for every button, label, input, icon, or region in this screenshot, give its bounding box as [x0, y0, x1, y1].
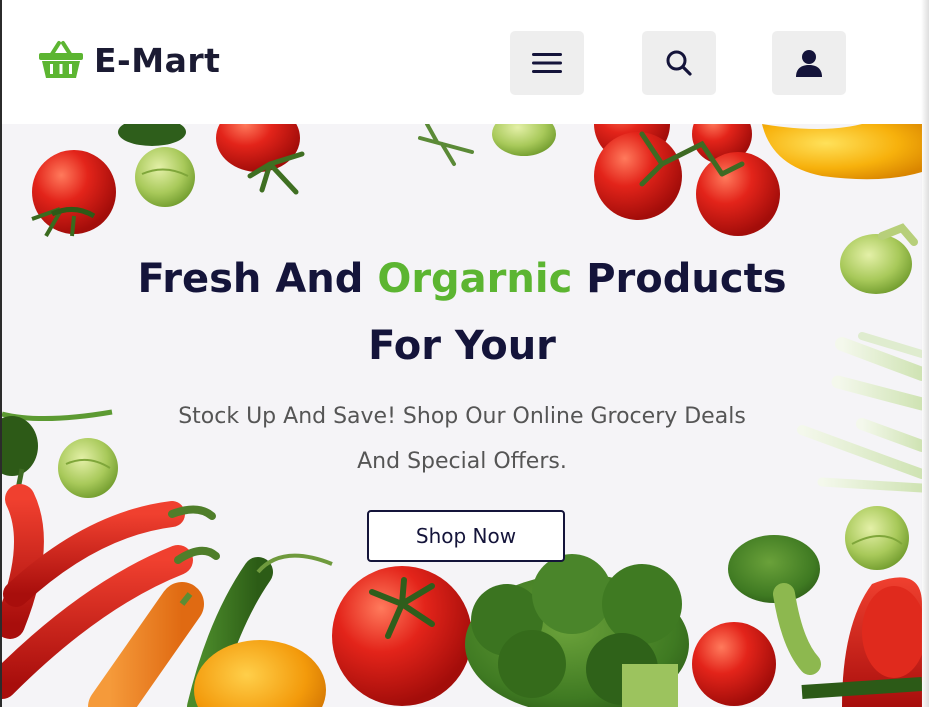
search-button[interactable]	[642, 31, 716, 95]
hero-title-highlight: Orgarnic	[377, 256, 573, 302]
user-icon	[796, 50, 822, 77]
hero-subtitle-line1: Stock Up And Save! Shop Our Online Groce…	[178, 404, 746, 429]
hero-banner: Fresh And Orgarnic Products For Your Sto…	[2, 124, 922, 707]
brand-name: E-Mart	[94, 40, 221, 80]
hero-subtitle: Stock Up And Save! Shop Our Online Groce…	[2, 394, 922, 484]
shopping-basket-icon	[39, 41, 83, 78]
shop-now-button[interactable]: Shop Now	[367, 510, 565, 562]
hero-subtitle-line2: And Special Offers.	[357, 449, 567, 474]
search-icon	[666, 50, 692, 76]
brand-logo[interactable]: E-Mart	[38, 40, 220, 80]
hamburger-menu-icon	[532, 53, 562, 73]
hero-title: Fresh And Orgarnic Products For Your	[2, 246, 922, 380]
account-button[interactable]	[772, 31, 846, 95]
menu-button[interactable]	[510, 31, 584, 95]
hero-title-part2: Products	[572, 256, 787, 302]
site-header: E-Mart	[2, 0, 922, 124]
hero-title-line2: For Your	[368, 323, 556, 369]
hero-title-part1: Fresh And	[137, 256, 378, 302]
